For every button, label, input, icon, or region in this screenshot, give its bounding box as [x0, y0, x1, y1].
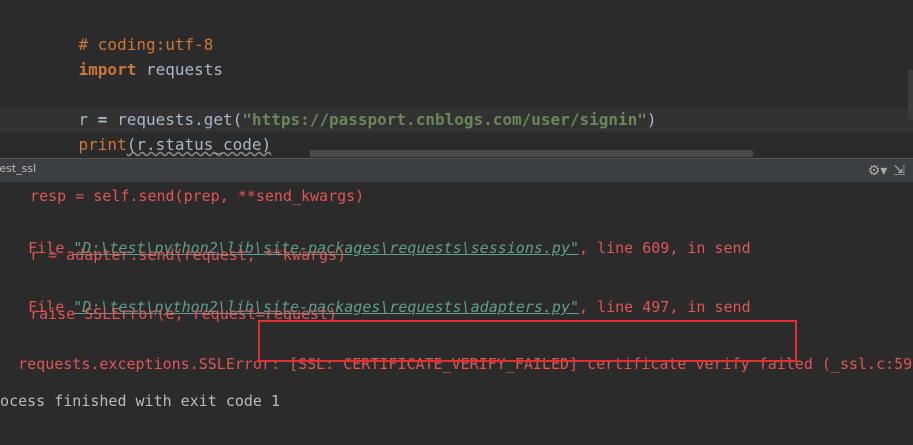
- code-line-2[interactable]: import requests: [40, 32, 224, 79]
- run-tab-label[interactable]: test_ssl: [0, 162, 36, 175]
- code-builtin: print: [78, 135, 127, 154]
- minimize-icon[interactable]: ⇲: [893, 163, 905, 179]
- output-line: resp = self.send(prep, **send_kwargs): [12, 187, 365, 205]
- code-paren: ): [646, 110, 657, 129]
- code-line-4[interactable]: r = requests.get("https://passport.cnblo…: [40, 82, 657, 129]
- code-editor[interactable]: # coding:utf-8 import requests r = reque…: [0, 0, 913, 158]
- exit-code-line: Process finished with exit code 1: [0, 392, 281, 410]
- console-output[interactable]: resp = self.send(prep, **send_kwargs) Fi…: [0, 182, 913, 445]
- code-text: (r.status_code): [126, 135, 272, 154]
- run-panel-tools: ⚙▾ ⇲: [868, 161, 905, 181]
- error-highlight-box: [258, 320, 797, 362]
- code-line-1[interactable]: # coding:utf-8: [40, 7, 214, 54]
- output-line: r = adapter.send(request, **kwargs): [12, 246, 347, 264]
- code-line-5[interactable]: print(r.status_code): [40, 107, 272, 154]
- code-keyword: import: [78, 60, 137, 79]
- output-line: File "D:\test\python2\lib\site-packages\…: [0, 215, 750, 257]
- code-string: "https://passport.cnblogs.com/user/signi…: [242, 110, 647, 129]
- output-text: (_ssl.c:590): [821, 355, 913, 373]
- gear-icon[interactable]: ⚙▾: [868, 163, 888, 179]
- output-line: File "D:\test\python2\lib\site-packages\…: [0, 274, 750, 316]
- output-text: requests.exceptions.SSLError:: [18, 355, 290, 373]
- code-text: requests: [136, 60, 224, 79]
- vertical-scrollbar[interactable]: [908, 70, 913, 120]
- output-text: , line 609, in send: [579, 239, 751, 257]
- output-text: , line 497, in send: [579, 298, 751, 316]
- horizontal-scrollbar[interactable]: [310, 150, 753, 157]
- run-panel-header: test_ssl ⚙▾ ⇲: [0, 158, 913, 182]
